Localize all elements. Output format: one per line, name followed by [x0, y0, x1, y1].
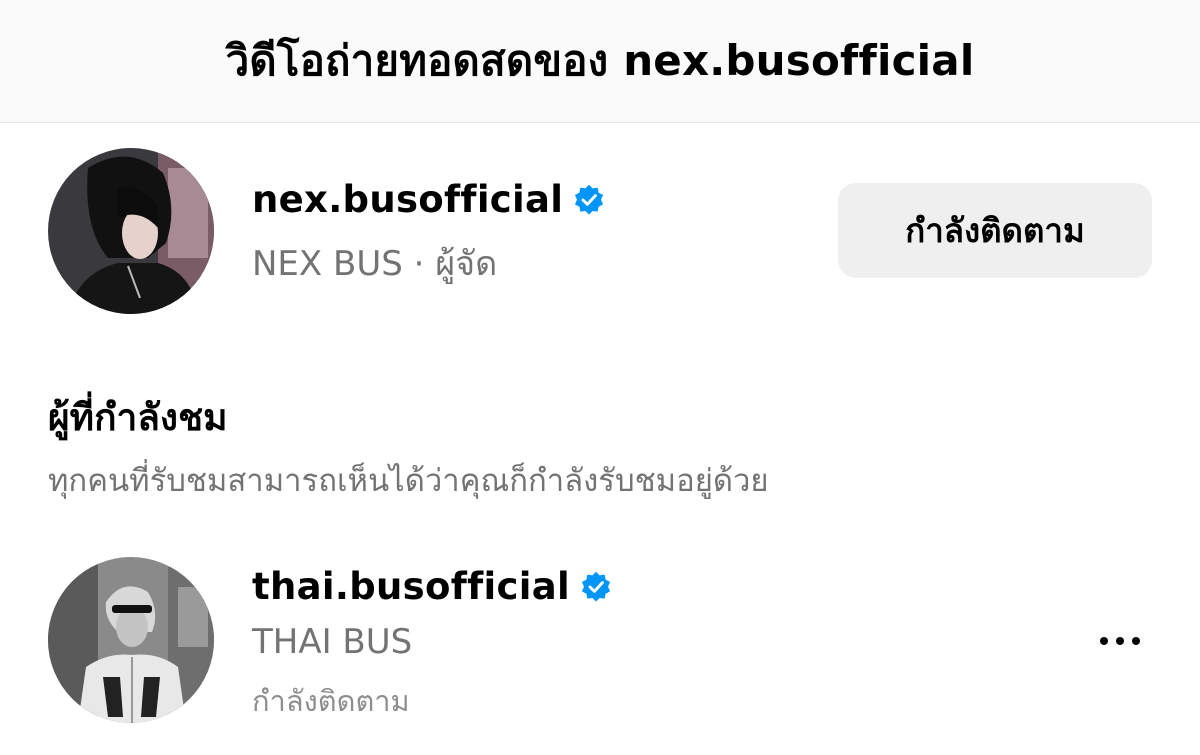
host-username-text: nex.busofficial — [252, 178, 564, 221]
host-display-name: NEX BUS · ผู้จัด — [252, 244, 498, 284]
viewers-section-title: ผู้ที่กำลังชม — [48, 396, 228, 439]
more-dot — [1132, 636, 1140, 645]
verified-badge-icon — [581, 571, 611, 602]
more-dot — [1100, 636, 1108, 645]
host-username[interactable]: nex.busofficial — [252, 178, 605, 221]
viewer-avatar-image — [48, 557, 214, 723]
viewer-follow-status: กำลังติดตาม — [252, 684, 410, 718]
following-button[interactable]: กำลังติดตาม — [838, 183, 1152, 278]
viewer-avatar[interactable] — [48, 557, 214, 723]
page-title: วิดีโอถ่ายทอดสดของ nex.busofficial — [225, 36, 975, 85]
more-dot — [1116, 636, 1124, 645]
verified-badge-icon — [575, 184, 604, 215]
more-options-icon[interactable] — [1090, 620, 1150, 660]
viewer-username[interactable]: thai.busofficial — [252, 565, 612, 608]
host-avatar[interactable] — [48, 148, 214, 314]
live-header: วิดีโอถ่ายทอดสดของ nex.busofficial — [0, 0, 1200, 123]
viewer-display-name: THAI BUS — [252, 622, 413, 662]
viewer-username-text: thai.busofficial — [252, 565, 570, 608]
viewers-section-description: ทุกคนที่รับชมสามารถเห็นได้ว่าคุณก็กำลังร… — [48, 463, 769, 499]
host-avatar-image — [48, 148, 214, 314]
